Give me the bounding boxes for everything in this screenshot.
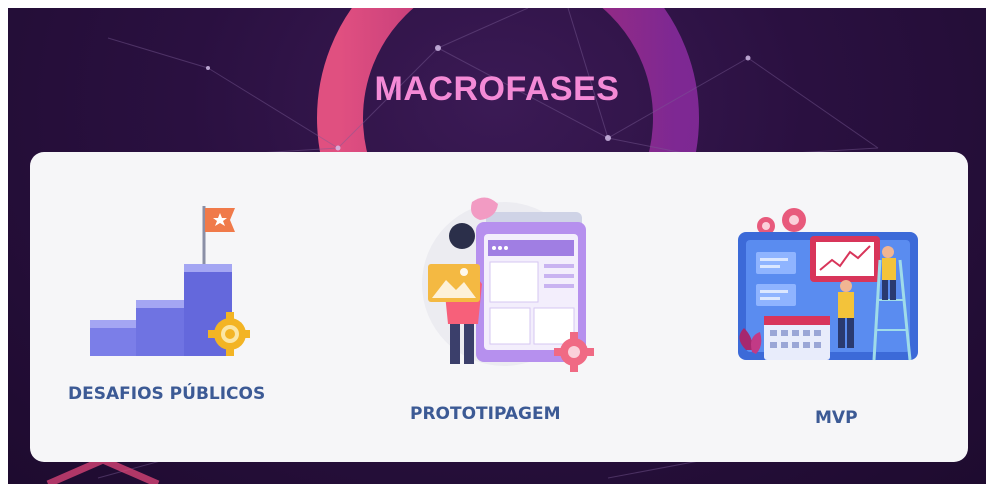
stairs-flag-gear-icon: [90, 206, 250, 356]
page-title: MACROFASES: [374, 70, 620, 108]
phase-prototipagem[interactable]: PROTOTIPAGEM: [390, 152, 630, 462]
phase-desafios-publicos[interactable]: DESAFIOS PÚBLICOS: [30, 152, 330, 462]
prototype-screens-person-icon: [422, 197, 594, 372]
hero-section: MACROFASES DESAFIOS PÚBLICOS PROTOTIPAGE…: [8, 8, 986, 484]
phase-label: MVP: [815, 408, 858, 428]
mvp-dashboard-team-icon: [738, 208, 918, 361]
phase-label: DESAFIOS PÚBLICOS: [68, 384, 266, 404]
phases-card: DESAFIOS PÚBLICOS PROTOTIPAGEM MVP: [30, 152, 968, 462]
phase-mvp[interactable]: MVP: [710, 152, 960, 462]
phase-label: PROTOTIPAGEM: [410, 404, 561, 424]
